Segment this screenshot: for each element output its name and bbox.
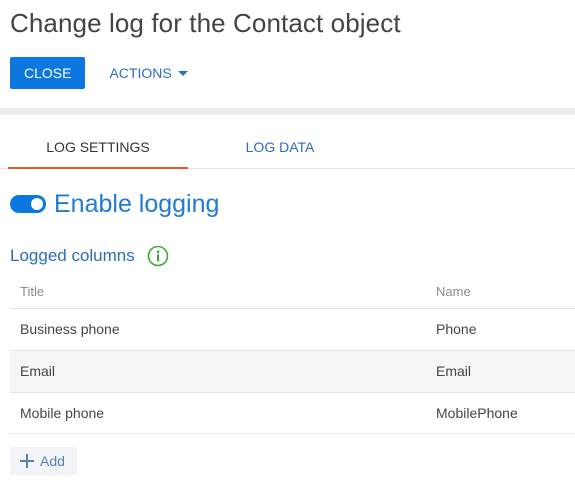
logged-columns-table: Title Name Business phone Phone Email Em… xyxy=(10,276,575,434)
row-name: Phone xyxy=(436,321,477,337)
table-row[interactable]: Email Email xyxy=(10,350,575,392)
plus-icon xyxy=(20,454,34,468)
column-header-name: Name xyxy=(436,284,471,299)
chevron-down-icon xyxy=(177,71,188,76)
logged-columns-header: Logged columns xyxy=(10,243,169,269)
close-button[interactable]: CLOSE xyxy=(10,57,86,89)
table-header: Title Name xyxy=(10,276,575,308)
add-button-label: Add xyxy=(40,453,65,469)
table-row[interactable]: Business phone Phone xyxy=(10,308,575,350)
table-row[interactable]: Mobile phone MobilePhone xyxy=(10,392,575,434)
enable-logging-toggle[interactable] xyxy=(10,195,46,213)
row-title: Mobile phone xyxy=(20,405,105,421)
enable-logging-row: Enable logging xyxy=(10,188,219,220)
page-title: Change log for the Contact object xyxy=(10,8,401,38)
add-column-button[interactable]: Add xyxy=(10,447,77,475)
header-separator xyxy=(0,108,575,115)
row-name: MobilePhone xyxy=(436,405,518,421)
row-title: Business phone xyxy=(20,321,120,337)
column-header-title: Title xyxy=(20,284,45,299)
row-title: Email xyxy=(20,363,56,379)
actions-button[interactable]: ACTIONS xyxy=(95,57,201,89)
info-icon[interactable] xyxy=(147,245,169,267)
row-name: Email xyxy=(436,363,472,379)
logged-columns-title: Logged columns xyxy=(10,246,135,265)
enable-logging-label: Enable logging xyxy=(54,189,220,218)
actions-button-label: ACTIONS xyxy=(109,65,172,81)
toolbar: CLOSE ACTIONS xyxy=(10,57,202,89)
tab-log-settings[interactable]: LOG SETTINGS xyxy=(8,126,188,169)
tab-log-data[interactable]: LOG DATA xyxy=(190,126,370,168)
tab-bar: LOG SETTINGS LOG DATA xyxy=(0,126,575,169)
toggle-knob xyxy=(31,198,43,210)
